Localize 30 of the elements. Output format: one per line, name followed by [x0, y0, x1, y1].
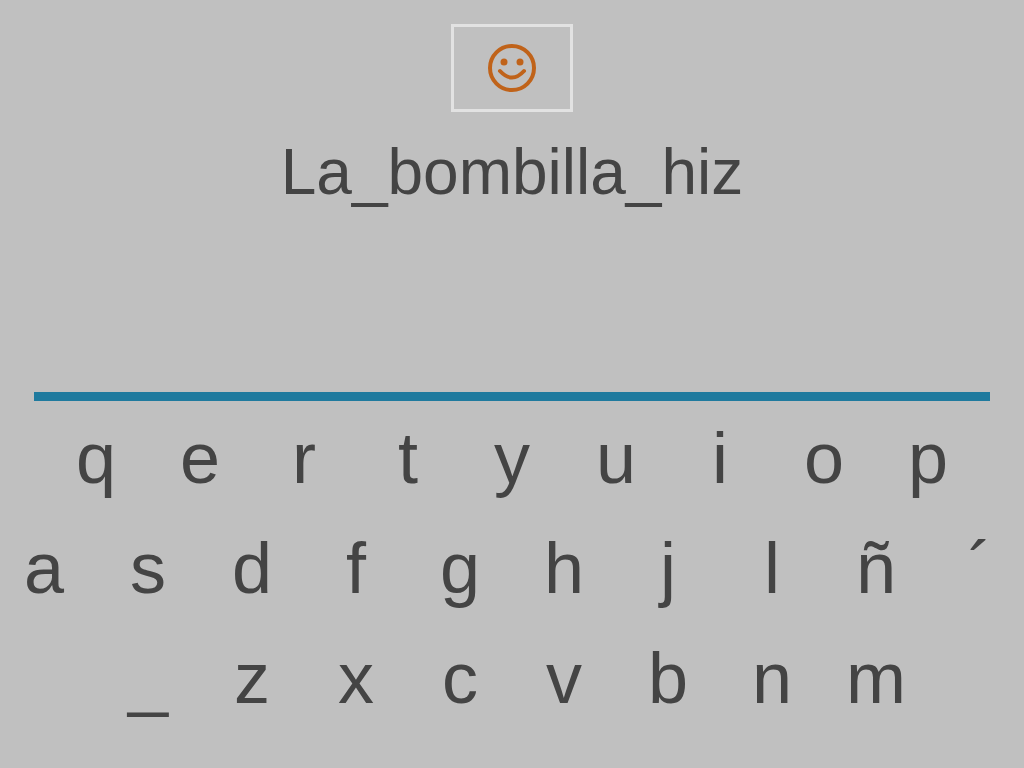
key-button[interactable]: _ [96, 633, 200, 723]
key-button[interactable]: p [876, 413, 980, 503]
key-button[interactable]: r [252, 413, 356, 503]
key-button[interactable]: x [304, 633, 408, 723]
key-button[interactable]: i [668, 413, 772, 503]
key-button[interactable]: n [720, 633, 824, 723]
key-button[interactable]: f [304, 523, 408, 613]
key-button[interactable]: g [408, 523, 512, 613]
key-button[interactable]: h [512, 523, 616, 613]
smiley-icon [486, 42, 538, 94]
key-button[interactable]: v [512, 633, 616, 723]
key-button[interactable]: d [200, 523, 304, 613]
answer-text: La_bombilla_hiz [280, 135, 744, 210]
key-button[interactable]: c [408, 633, 512, 723]
key-button[interactable]: z [200, 633, 304, 723]
key-button[interactable]: u [564, 413, 668, 503]
key-button[interactable]: m [824, 633, 928, 723]
key-button[interactable]: l [720, 523, 824, 613]
key-button[interactable]: b [616, 633, 720, 723]
key-button[interactable]: q [44, 413, 148, 503]
key-button[interactable]: ´ [928, 523, 1024, 613]
key-button[interactable]: ñ [824, 523, 928, 613]
key-button[interactable]: s [96, 523, 200, 613]
key-button[interactable]: o [772, 413, 876, 503]
key-button[interactable]: a [0, 523, 96, 613]
key-button[interactable]: t [356, 413, 460, 503]
smiley-button[interactable] [451, 24, 573, 112]
key-button[interactable]: y [460, 413, 564, 503]
key-button[interactable]: j [616, 523, 720, 613]
key-button[interactable]: e [148, 413, 252, 503]
